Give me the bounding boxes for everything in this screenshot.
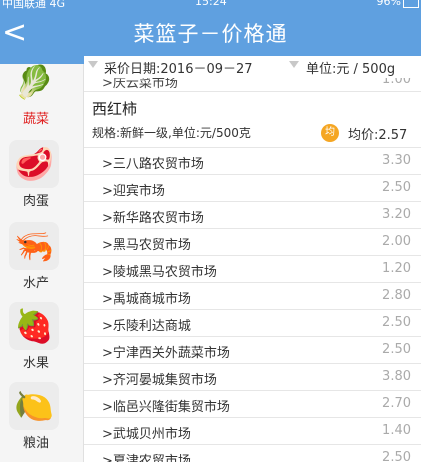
list-item[interactable]: >三八路农贸市场 3.30 bbox=[84, 148, 421, 175]
market-name: >宁津西关外蔬菜市场 bbox=[102, 346, 230, 361]
market-price: 2.50 bbox=[382, 450, 411, 462]
unit-filter[interactable]: 单位:元 / 500g bbox=[306, 58, 395, 77]
date-filter[interactable]: 采价日期:2016－09－27 bbox=[104, 58, 253, 77]
category-item-vegetables[interactable]: 🥬 蔬菜 bbox=[0, 58, 84, 138]
category-item-fruit[interactable]: 🍓 水果 bbox=[0, 302, 84, 382]
shrimp-icon: 🦐 bbox=[9, 222, 59, 270]
market-name: >临邑兴隆街集贸市场 bbox=[102, 400, 230, 415]
category-label: 水果 bbox=[22, 356, 49, 371]
list-item[interactable]: >宁津西关外蔬菜市场 2.50 bbox=[84, 337, 421, 364]
list-item[interactable]: >陵城黑马农贸市场 1.20 bbox=[84, 256, 421, 283]
category-label: 蔬菜 bbox=[22, 112, 49, 127]
market-price-list: >三八路农贸市场 3.30 >迎宾市场 2.50 >新华路农贸市场 3.20 >… bbox=[84, 148, 421, 462]
list-item[interactable]: >禹城商城市场 2.80 bbox=[84, 283, 421, 310]
market-name: >庆云菜市场 bbox=[102, 78, 178, 91]
product-spec: 规格:新鲜一级,单位:元/500克 bbox=[92, 126, 251, 140]
category-label: 肉蛋 bbox=[22, 194, 49, 209]
category-item-meat-egg[interactable]: 🥩 肉蛋 bbox=[0, 140, 84, 220]
market-name: >新华路农贸市场 bbox=[102, 211, 204, 226]
battery-text: 96% bbox=[376, 0, 401, 8]
market-price: 1.20 bbox=[382, 261, 411, 276]
unit-dropdown-icon[interactable] bbox=[289, 61, 299, 68]
market-price: 2.80 bbox=[382, 288, 411, 303]
status-bar: 中国联通 4G 15:24 96% bbox=[0, 0, 421, 14]
market-price: 1.00 bbox=[382, 78, 411, 87]
average-badge-icon: 均 bbox=[321, 124, 339, 142]
meat-egg-icon: 🥩 bbox=[9, 140, 59, 188]
average-price: 均价:2.57 bbox=[348, 128, 408, 143]
list-item[interactable]: >武城贝州市场 1.40 bbox=[84, 418, 421, 445]
market-name: >禹城商城市场 bbox=[102, 292, 191, 307]
list-item[interactable]: >新华路农贸市场 3.20 bbox=[84, 202, 421, 229]
strawberry-icon: 🍓 bbox=[9, 302, 59, 350]
category-sidebar: 🥬 蔬菜 🥩 肉蛋 🦐 水产 🍓 水果 🍋 粮油 bbox=[0, 63, 84, 462]
market-name: >乐陵利达商城 bbox=[102, 319, 191, 334]
product-header: 西红柿 规格:新鲜一级,单位:元/500克 均 均价:2.57 bbox=[84, 94, 421, 148]
battery-icon bbox=[403, 0, 419, 8]
list-item[interactable]: >迎宾市场 2.50 bbox=[84, 175, 421, 202]
market-name: >夏津农贸市场 bbox=[102, 454, 191, 462]
market-price: 2.50 bbox=[382, 315, 411, 330]
category-label: 水产 bbox=[22, 276, 49, 291]
date-dropdown-icon[interactable] bbox=[88, 61, 98, 68]
market-name: >武城贝州市场 bbox=[102, 427, 191, 442]
market-name: >三八路农贸市场 bbox=[102, 157, 204, 172]
page-title: 菜篮子－价格通 bbox=[133, 22, 288, 46]
category-item-seafood[interactable]: 🦐 水产 bbox=[0, 222, 84, 302]
market-price: 3.80 bbox=[382, 369, 411, 384]
list-item[interactable]: >齐河晏城集贸市场 3.80 bbox=[84, 364, 421, 391]
market-price: 2.70 bbox=[382, 396, 411, 411]
market-price: 2.50 bbox=[382, 342, 411, 357]
clock-text: 15:24 bbox=[195, 0, 227, 8]
category-item-grain-oil[interactable]: 🍋 粮油 bbox=[0, 382, 84, 462]
filter-bar: 采价日期:2016－09－27 单位:元 / 500g bbox=[84, 56, 421, 78]
list-item[interactable]: >乐陵利达商城 2.50 bbox=[84, 310, 421, 337]
category-label: 粮油 bbox=[22, 436, 49, 451]
app-header: 中国联通 4G 15:24 96% < 菜篮子－价格通 bbox=[0, 0, 421, 64]
list-item[interactable]: >临邑兴隆街集贸市场 2.70 bbox=[84, 391, 421, 418]
product-name: 西红柿 bbox=[92, 100, 138, 118]
lemon-icon: 🍋 bbox=[9, 382, 59, 430]
list-item[interactable]: >黑马农贸市场 2.00 bbox=[84, 229, 421, 256]
market-name: >齐河晏城集贸市场 bbox=[102, 373, 217, 388]
market-price: 3.30 bbox=[382, 153, 411, 168]
market-price: 1.40 bbox=[382, 423, 411, 438]
list-item[interactable]: >庆云菜市场 1.00 bbox=[84, 78, 421, 92]
carrier-text: 中国联通 4G bbox=[2, 0, 66, 10]
lettuce-icon: 🥬 bbox=[14, 63, 54, 101]
market-price: 2.50 bbox=[382, 180, 411, 195]
market-price: 2.00 bbox=[382, 234, 411, 249]
market-name: >陵城黑马农贸市场 bbox=[102, 265, 217, 280]
market-name: >黑马农贸市场 bbox=[102, 238, 191, 253]
market-price: 3.20 bbox=[382, 207, 411, 222]
market-name: >迎宾市场 bbox=[102, 184, 165, 199]
list-item[interactable]: >夏津农贸市场 2.50 bbox=[84, 445, 421, 462]
